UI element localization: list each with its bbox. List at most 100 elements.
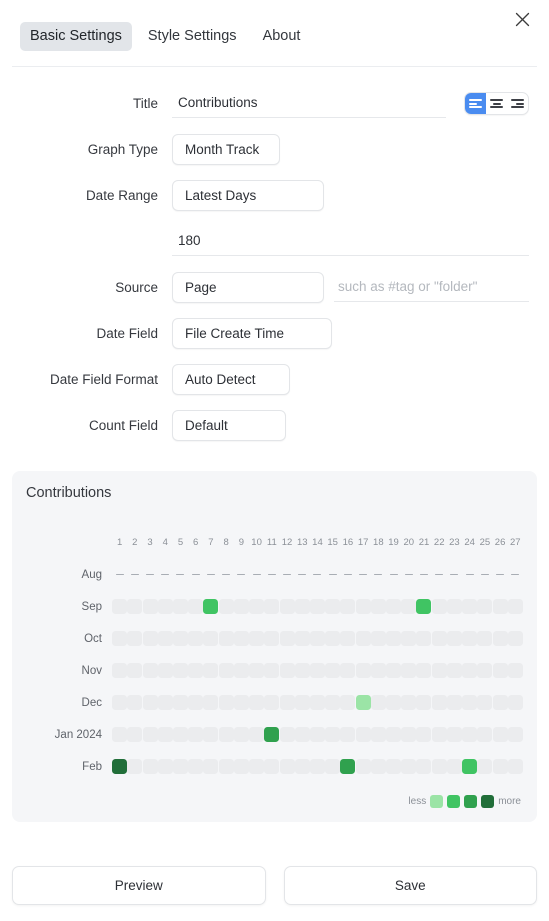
heatmap-cell[interactable] — [401, 573, 416, 576]
heatmap-cell[interactable] — [431, 631, 447, 646]
tab-style-settings[interactable]: Style Settings — [138, 22, 247, 51]
heatmap-cell[interactable] — [356, 573, 371, 576]
heatmap-cell[interactable] — [233, 599, 249, 614]
heatmap-cell[interactable] — [233, 759, 249, 774]
heatmap-cell[interactable] — [446, 631, 462, 646]
heatmap-cell[interactable] — [492, 759, 508, 774]
heatmap-cell[interactable] — [477, 727, 493, 742]
heatmap-cell[interactable] — [172, 727, 188, 742]
heatmap-cell[interactable] — [507, 599, 523, 614]
heatmap-cell[interactable] — [386, 663, 402, 678]
heatmap-cell[interactable] — [127, 599, 143, 614]
heatmap-cell[interactable] — [325, 695, 341, 710]
heatmap-cell[interactable] — [386, 599, 402, 614]
heatmap-cell[interactable] — [218, 695, 234, 710]
heatmap-cell[interactable] — [507, 695, 523, 710]
heatmap-cell[interactable] — [309, 631, 325, 646]
heatmap-cell[interactable] — [431, 759, 447, 774]
heatmap-cell[interactable] — [157, 631, 173, 646]
tab-about[interactable]: About — [253, 22, 311, 51]
heatmap-cell[interactable] — [249, 663, 265, 678]
heatmap-cell[interactable] — [432, 573, 447, 576]
heatmap-cell[interactable] — [264, 727, 280, 742]
date-range-days-input[interactable] — [172, 227, 529, 256]
heatmap-cell[interactable] — [264, 599, 280, 614]
heatmap-cell[interactable] — [477, 663, 493, 678]
heatmap-cell[interactable] — [218, 759, 234, 774]
heatmap-cell[interactable] — [294, 663, 310, 678]
heatmap-cell[interactable] — [325, 599, 341, 614]
heatmap-cell[interactable] — [188, 695, 204, 710]
heatmap-cell[interactable] — [325, 727, 341, 742]
heatmap-cell[interactable] — [173, 573, 188, 576]
heatmap-cell[interactable] — [279, 727, 295, 742]
heatmap-cell[interactable] — [264, 663, 280, 678]
heatmap-cell[interactable] — [127, 727, 143, 742]
heatmap-cell[interactable] — [416, 573, 431, 576]
heatmap-cell[interactable] — [158, 573, 173, 576]
heatmap-cell[interactable] — [188, 631, 204, 646]
heatmap-cell[interactable] — [355, 759, 371, 774]
heatmap-cell[interactable] — [462, 759, 478, 774]
heatmap-cell[interactable] — [492, 727, 508, 742]
heatmap-cell[interactable] — [446, 599, 462, 614]
heatmap-cell[interactable] — [416, 759, 432, 774]
date-field-select[interactable]: File Create Time — [172, 318, 332, 349]
heatmap-cell[interactable] — [508, 573, 523, 576]
heatmap-cell[interactable] — [264, 759, 280, 774]
heatmap-cell[interactable] — [234, 573, 249, 576]
heatmap-cell[interactable] — [279, 695, 295, 710]
heatmap-cell[interactable] — [233, 727, 249, 742]
heatmap-cell[interactable] — [172, 759, 188, 774]
heatmap-cell[interactable] — [309, 663, 325, 678]
heatmap-cell[interactable] — [416, 727, 432, 742]
heatmap-cell[interactable] — [477, 695, 493, 710]
heatmap-cell[interactable] — [309, 695, 325, 710]
heatmap-cell[interactable] — [203, 695, 219, 710]
heatmap-cell[interactable] — [127, 573, 142, 576]
heatmap-cell[interactable] — [370, 599, 386, 614]
heatmap-cell[interactable] — [218, 727, 234, 742]
heatmap-cell[interactable] — [447, 573, 462, 576]
heatmap-cell[interactable] — [264, 695, 280, 710]
heatmap-cell[interactable] — [203, 727, 219, 742]
heatmap-cell[interactable] — [157, 599, 173, 614]
heatmap-cell[interactable] — [371, 573, 386, 576]
heatmap-cell[interactable] — [340, 573, 355, 576]
heatmap-cell[interactable] — [142, 663, 158, 678]
heatmap-cell[interactable] — [172, 631, 188, 646]
heatmap-cell[interactable] — [386, 727, 402, 742]
heatmap-cell[interactable] — [279, 759, 295, 774]
heatmap-cell[interactable] — [294, 759, 310, 774]
heatmap-cell[interactable] — [446, 695, 462, 710]
heatmap-cell[interactable] — [295, 573, 310, 576]
heatmap-cell[interactable] — [233, 663, 249, 678]
graph-type-select[interactable]: Month Track — [172, 134, 280, 165]
heatmap-cell[interactable] — [340, 695, 356, 710]
heatmap-cell[interactable] — [172, 695, 188, 710]
heatmap-cell[interactable] — [462, 663, 478, 678]
heatmap-cell[interactable] — [233, 695, 249, 710]
align-right-icon[interactable] — [507, 93, 528, 114]
heatmap-cell[interactable] — [112, 695, 128, 710]
heatmap-cell[interactable] — [188, 573, 203, 576]
heatmap-cell[interactable] — [492, 599, 508, 614]
heatmap-cell[interactable] — [309, 759, 325, 774]
heatmap-cell[interactable] — [157, 727, 173, 742]
heatmap-cell[interactable] — [492, 631, 508, 646]
heatmap-cell[interactable] — [416, 663, 432, 678]
heatmap-cell[interactable] — [203, 599, 219, 614]
heatmap-cell[interactable] — [462, 631, 478, 646]
heatmap-cell[interactable] — [477, 759, 493, 774]
heatmap-cell[interactable] — [112, 759, 128, 774]
heatmap-cell[interactable] — [309, 727, 325, 742]
heatmap-cell[interactable] — [264, 631, 280, 646]
heatmap-cell[interactable] — [386, 695, 402, 710]
heatmap-cell[interactable] — [294, 631, 310, 646]
heatmap-cell[interactable] — [294, 727, 310, 742]
heatmap-cell[interactable] — [431, 695, 447, 710]
heatmap-cell[interactable] — [279, 599, 295, 614]
heatmap-cell[interactable] — [446, 759, 462, 774]
heatmap-cell[interactable] — [142, 631, 158, 646]
heatmap-cell[interactable] — [370, 695, 386, 710]
